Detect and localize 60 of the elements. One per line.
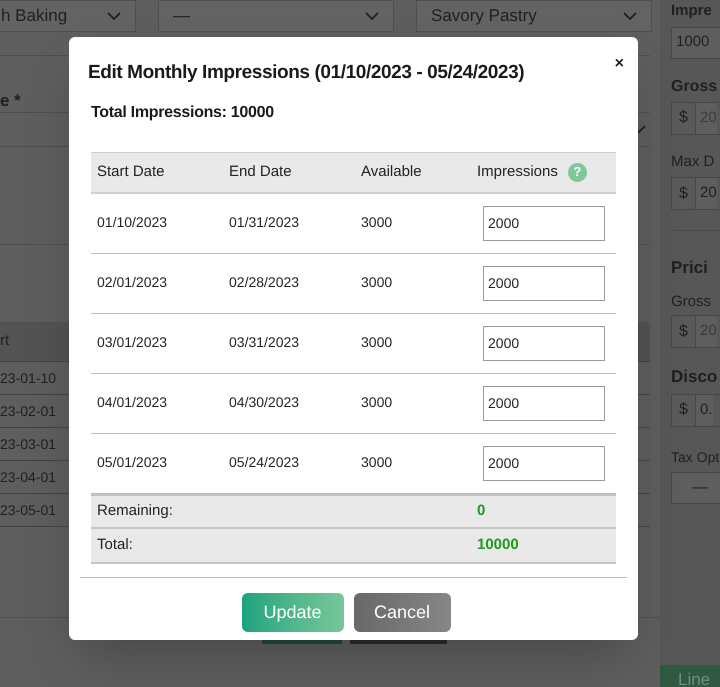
table-cell: 01/31/2023 [229, 214, 300, 230]
summary-label: Total: [97, 536, 133, 553]
table-cell-text: 23-02-01 [0, 402, 56, 420]
input-field[interactable]: 1000 [671, 26, 720, 58]
select-field[interactable]: Savory Pastry [416, 0, 652, 32]
column-header: End Date [229, 162, 292, 182]
field-label: e * [0, 90, 21, 112]
table-cell: 3000 [361, 214, 392, 230]
table-cell: 05/01/2023 [97, 454, 168, 470]
currency-field[interactable]: $ 20 [671, 177, 720, 210]
impressions-field[interactable]: 2000 [483, 386, 605, 420]
table-cell: 3000 [361, 334, 392, 350]
field-value: 0. [696, 394, 713, 426]
field-label: Tax Opt [671, 448, 720, 467]
cancel-button[interactable]: Cancel [354, 592, 450, 632]
impressions-field[interactable]: 2000 [483, 206, 605, 240]
impressions-field[interactable]: 2000 [483, 266, 605, 300]
chevron-icon [365, 12, 379, 20]
dialog-title: Edit Monthly Impressions (01/10/2023 - 05/24/2023) [88, 61, 524, 85]
table-cell-text: 23-01-10 [0, 368, 56, 388]
table-cell: 04/01/2023 [97, 394, 168, 410]
total-impressions: Total Impressions: 10000 [91, 102, 274, 122]
table-cell: 3000 [361, 394, 392, 410]
column-header: Available [361, 162, 422, 182]
table-cell: 3000 [361, 454, 392, 470]
table-cell: 02/28/2023 [229, 274, 300, 290]
table-cell-text: 23-05-01 [0, 500, 56, 520]
select-field[interactable]: — [158, 0, 394, 32]
table-cell: 01/10/2023 [97, 214, 168, 230]
impressions-field[interactable]: 2000 [483, 326, 605, 360]
field-label: Max D [671, 152, 714, 172]
update-button[interactable]: Update [242, 592, 344, 632]
table-cell-text: 23-04-01 [0, 468, 56, 486]
chevron-icon [623, 12, 637, 20]
table-cell: 03/01/2023 [97, 334, 168, 350]
table-cell: 04/30/2023 [229, 394, 300, 410]
field-label: Gross [671, 292, 712, 312]
help-icon[interactable]: ? [568, 162, 587, 182]
table-cell: 03/31/2023 [229, 334, 300, 350]
select-field[interactable]: h Baking [0, 0, 136, 32]
summary-label: Remaining: [97, 502, 173, 519]
field-value: 20 [696, 178, 717, 209]
field-label: Gross [671, 76, 718, 96]
field-label: Disco [671, 366, 718, 388]
table-cell: 3000 [361, 274, 392, 290]
close-button[interactable]: × [614, 56, 624, 72]
table-cell: 02/01/2023 [97, 274, 168, 290]
summary-value: 10000 [477, 536, 519, 553]
currency-field[interactable]: $ 0. [671, 394, 720, 426]
impressions-field[interactable]: 2000 [483, 446, 605, 480]
summary-value: 0 [477, 502, 486, 519]
table-cell: 05/24/2023 [229, 454, 300, 470]
column-header: Impressions [477, 162, 558, 182]
line-button[interactable]: Line [660, 665, 720, 687]
column-header: Start Date [97, 162, 165, 182]
select-field[interactable]: — [671, 472, 720, 504]
field-label: Impre [671, 1, 712, 21]
chevron-icon [107, 12, 121, 20]
field-label: Prici [671, 257, 708, 279]
table-cell-text: 23-03-01 [0, 434, 56, 454]
